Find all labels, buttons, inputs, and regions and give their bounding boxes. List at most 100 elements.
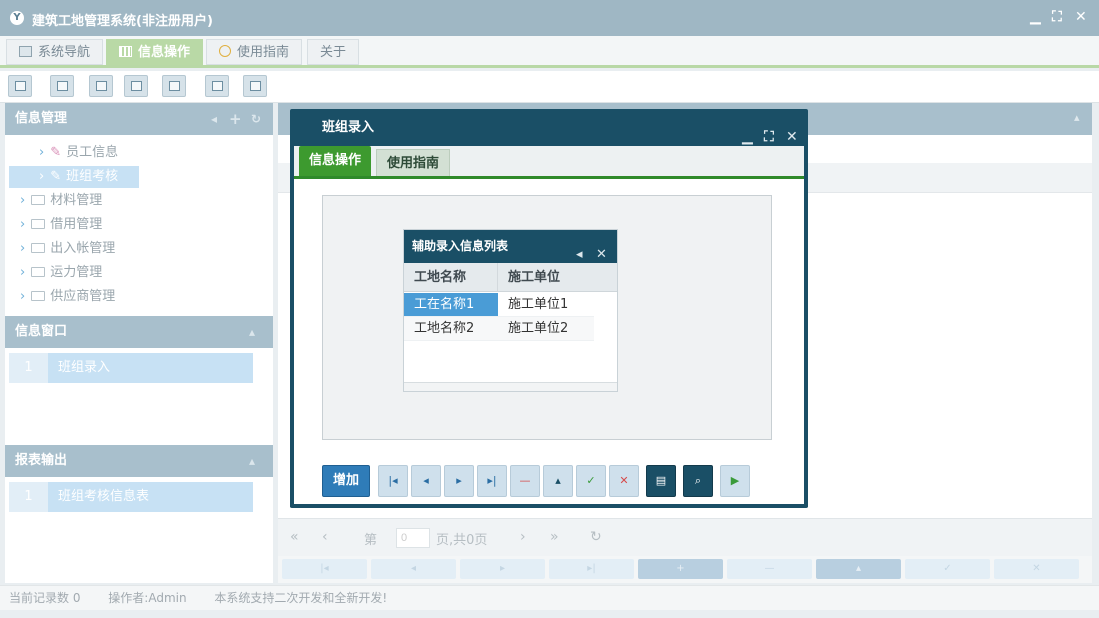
table-cell[interactable]: 施工单位2 bbox=[498, 317, 594, 341]
add-record-button[interactable]: + bbox=[638, 559, 723, 579]
refresh-icon[interactable]: ↻ bbox=[251, 103, 261, 135]
add-button[interactable]: 增加 bbox=[322, 465, 370, 497]
dialog-tab-info-operation[interactable]: 信息操作 bbox=[299, 146, 372, 176]
restore-icon[interactable]: ⛶ bbox=[1052, 9, 1062, 25]
dialog-tab-bar: 信息操作 使用指南 bbox=[294, 146, 804, 179]
export-icon[interactable] bbox=[205, 75, 229, 97]
confirm-record-button[interactable]: ✓ bbox=[905, 559, 990, 579]
first-record-icon[interactable]: |◂ bbox=[378, 465, 408, 497]
prev-page-icon[interactable]: ‹ bbox=[322, 529, 328, 545]
delete-record-button[interactable]: — bbox=[727, 559, 812, 579]
folder-icon bbox=[31, 291, 46, 301]
aux-list-header: 工地名称 施工单位 bbox=[404, 263, 617, 292]
info-window-header: 信息窗口 ▴ bbox=[5, 316, 273, 348]
prev-record-button[interactable]: ◂ bbox=[371, 559, 456, 579]
column-site-name[interactable]: 工地名称 bbox=[404, 263, 498, 292]
app-title: 建筑工地管理系统(非注册用户) bbox=[32, 14, 213, 29]
aux-list-title: 辅助录入信息列表 ◂ ✕ bbox=[404, 230, 617, 263]
collapse-left-icon[interactable]: ◂ bbox=[211, 103, 217, 135]
horizontal-scrollbar[interactable] bbox=[404, 382, 617, 391]
chevron-right-icon: › bbox=[39, 145, 45, 160]
window-icon[interactable] bbox=[162, 75, 186, 97]
tree-item-transport[interactable]: › 运力管理 bbox=[20, 262, 102, 284]
main-tab-bar: 系统导航 信息操作 使用指南 关于 bbox=[0, 36, 1099, 68]
info-mgmt-header: 信息管理 ◂ + ↻ bbox=[5, 103, 273, 135]
cancel-icon[interactable]: ✕ bbox=[609, 465, 639, 497]
add-icon[interactable]: + bbox=[229, 103, 242, 135]
chevron-right-icon: › bbox=[20, 241, 26, 256]
tree-item-borrowing[interactable]: › 借用管理 bbox=[20, 214, 102, 236]
collapse-up-icon[interactable]: ▴ bbox=[249, 445, 255, 477]
document-icon[interactable] bbox=[50, 75, 74, 97]
tab-about[interactable]: 关于 bbox=[307, 39, 360, 65]
left-pane: 信息管理 ◂ + ↻ › ✎ 员工信息 › ✎ 班组考核 › 材料管理 › 借用管理 › 出入… bbox=[5, 103, 273, 583]
first-page-icon[interactable]: « bbox=[290, 529, 299, 545]
table-cell[interactable]: 施工单位1 bbox=[498, 293, 594, 317]
user-search-icon: ✎ bbox=[50, 145, 62, 160]
list-icon[interactable] bbox=[89, 75, 113, 97]
toolbar bbox=[0, 71, 1099, 103]
confirm-icon[interactable]: ✓ bbox=[576, 465, 606, 497]
table-cell[interactable]: 工地名称2 bbox=[404, 317, 498, 341]
chevron-right-icon: › bbox=[20, 217, 26, 232]
dialog-body: 辅助录入信息列表 ◂ ✕ 工地名称 施工单位 工在名称1 施工单位1 工地名称2… bbox=[322, 195, 772, 440]
monitor-icon bbox=[19, 46, 32, 57]
chevron-right-icon: › bbox=[20, 265, 26, 280]
prev-record-icon[interactable]: ◂ bbox=[411, 465, 441, 497]
tree-item-suppliers[interactable]: › 供应商管理 bbox=[20, 286, 115, 308]
table-cell[interactable]: 工在名称1 bbox=[404, 293, 498, 317]
report-output-header: 报表输出 ▴ bbox=[5, 445, 273, 477]
chevron-right-icon: › bbox=[20, 193, 26, 208]
collapse-up-icon[interactable]: ▴ bbox=[1074, 111, 1080, 124]
user-edit-icon: ✎ bbox=[50, 169, 62, 184]
tree-item-team-assessment[interactable]: › ✎ 班组考核 bbox=[9, 166, 139, 188]
list-item-team-entry[interactable]: 1 班组录入 bbox=[9, 353, 253, 383]
edit-record-button[interactable]: ▴ bbox=[816, 559, 901, 579]
first-record-button[interactable]: |◂ bbox=[282, 559, 367, 579]
clock-icon bbox=[219, 45, 231, 57]
close-icon[interactable]: ✕ bbox=[1075, 9, 1087, 25]
last-page-icon[interactable]: » bbox=[550, 529, 559, 545]
last-record-icon[interactable]: ▸| bbox=[477, 465, 507, 497]
folder-icon bbox=[31, 267, 46, 277]
collapse-up-icon[interactable]: ▴ bbox=[249, 316, 255, 348]
play-icon[interactable]: ▶ bbox=[720, 465, 750, 497]
team-entry-dialog: 班组录入 ▁ ⛶ ✕ 信息操作 使用指南 辅助录入信息列表 ◂ ✕ 工地名称 施… bbox=[290, 109, 808, 508]
tree-item-materials[interactable]: › 材料管理 bbox=[20, 190, 102, 212]
next-record-button[interactable]: ▸ bbox=[460, 559, 545, 579]
pager-bar: « ‹ 第 页,共0页 › » ↻ bbox=[278, 518, 1092, 556]
dialog-tab-user-guide[interactable]: 使用指南 bbox=[376, 149, 451, 176]
next-record-icon[interactable]: ▸ bbox=[444, 465, 474, 497]
window-titlebar: Y 建筑工地管理系统(非注册用户) ▁ ⛶ ✕ bbox=[0, 0, 1099, 36]
tab-info-operation[interactable]: 信息操作 bbox=[106, 39, 204, 65]
aux-entry-list-panel: 辅助录入信息列表 ◂ ✕ 工地名称 施工单位 工在名称1 施工单位1 工地名称2… bbox=[403, 229, 618, 392]
next-page-icon[interactable]: › bbox=[520, 529, 526, 545]
folder-icon bbox=[31, 195, 46, 205]
folder-icon bbox=[31, 219, 46, 229]
refresh-icon[interactable]: ↻ bbox=[590, 529, 602, 545]
user-icon[interactable] bbox=[124, 75, 148, 97]
last-record-button[interactable]: ▸| bbox=[549, 559, 634, 579]
page-number-input[interactable] bbox=[396, 528, 430, 548]
tree-item-accounts[interactable]: › 出入帐管理 bbox=[20, 238, 115, 260]
tab-system-nav[interactable]: 系统导航 bbox=[6, 39, 104, 65]
record-nav-bar: |◂ ◂ ▸ ▸| + — ▴ ✓ ✕ bbox=[278, 556, 1092, 583]
chevron-right-icon: › bbox=[20, 289, 26, 304]
status-bar: 当前记录数 0 操作者:Admin 本系统支持二次开发和全新开发! bbox=[0, 585, 1099, 610]
cancel-record-button[interactable]: ✕ bbox=[994, 559, 1079, 579]
tree-item-employee[interactable]: › ✎ 员工信息 bbox=[39, 142, 118, 164]
tab-user-guide[interactable]: 使用指南 bbox=[206, 39, 303, 65]
dialog-title: 班组录入 ▁ ⛶ ✕ bbox=[294, 109, 804, 146]
folder-icon bbox=[31, 243, 46, 253]
delete-icon[interactable]: — bbox=[510, 465, 540, 497]
edit-icon[interactable]: ▴ bbox=[543, 465, 573, 497]
print-icon[interactable]: ▤ bbox=[646, 465, 676, 497]
preview-icon[interactable]: ⌕ bbox=[683, 465, 713, 497]
column-contractor[interactable]: 施工单位 bbox=[498, 263, 617, 292]
minimize-icon[interactable]: ▁ bbox=[1030, 9, 1041, 25]
chevron-right-icon: › bbox=[39, 169, 45, 184]
list-item-team-report[interactable]: 1 班组考核信息表 bbox=[9, 482, 253, 512]
grid-icon bbox=[119, 46, 132, 57]
search-icon[interactable] bbox=[8, 75, 32, 97]
print-icon[interactable] bbox=[243, 75, 267, 97]
